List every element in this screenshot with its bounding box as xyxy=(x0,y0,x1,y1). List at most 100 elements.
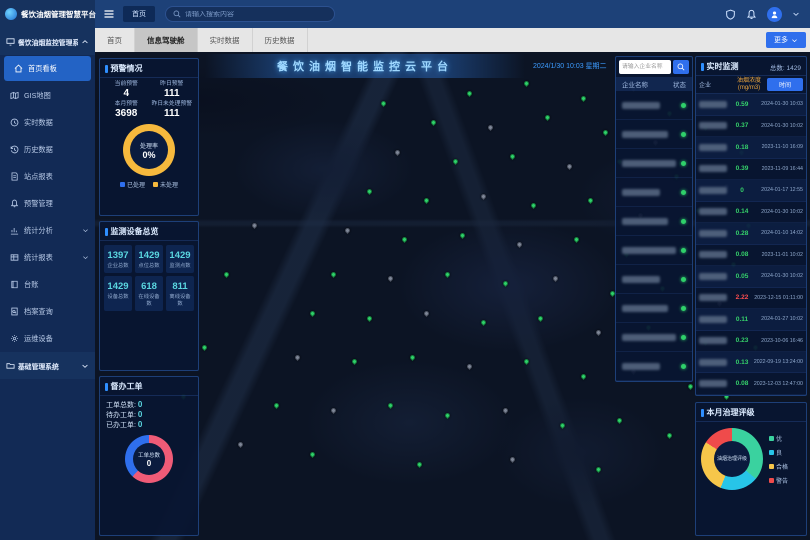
map-pin-offline[interactable] xyxy=(294,354,301,361)
map-pin-offline[interactable] xyxy=(516,241,523,248)
realtime-row[interactable]: 0.112024-01-27 10:02 xyxy=(696,309,806,330)
map-pin-online[interactable] xyxy=(559,422,566,429)
map-pin-online[interactable] xyxy=(380,100,387,107)
map-pin-online[interactable] xyxy=(573,236,580,243)
map-pin-online[interactable] xyxy=(308,451,315,458)
map-pin-offline[interactable] xyxy=(394,149,401,156)
map-pin-offline[interactable] xyxy=(251,222,258,229)
map-pin-offline[interactable] xyxy=(502,407,509,414)
map-pin-offline[interactable] xyxy=(330,407,337,414)
sidebar-section-base[interactable]: 基础管理系统 xyxy=(0,352,95,379)
company-row[interactable] xyxy=(616,236,692,265)
realtime-row[interactable]: 0.142024-01-30 10:02 xyxy=(696,202,806,223)
sidebar-item-history[interactable]: 历史数据 xyxy=(0,136,95,163)
sidebar-item-book[interactable]: 台账 xyxy=(0,271,95,298)
realtime-row[interactable]: 02024-01-17 12:55 xyxy=(696,180,806,201)
map-pin-online[interactable] xyxy=(409,354,416,361)
map-pin-online[interactable] xyxy=(430,119,437,126)
map-pin-online[interactable] xyxy=(502,280,509,287)
company-row[interactable] xyxy=(616,91,692,120)
realtime-row[interactable]: 0.082023-11-01 10:02 xyxy=(696,245,806,266)
realtime-row[interactable]: 0.282024-01-10 14:02 xyxy=(696,223,806,244)
realtime-row[interactable]: 0.592024-01-30 10:03 xyxy=(696,94,806,115)
map-pin-offline[interactable] xyxy=(344,227,351,234)
chevron-down-icon[interactable] xyxy=(792,10,800,18)
shield-icon[interactable] xyxy=(725,9,736,20)
company-row[interactable] xyxy=(616,178,692,207)
sidebar-item-analysis[interactable]: 统计分析 xyxy=(0,217,95,244)
user-avatar[interactable] xyxy=(767,7,782,22)
map-pin-online[interactable] xyxy=(444,271,451,278)
tab-realtime[interactable]: 实时数据 xyxy=(198,28,253,52)
map-pin-online[interactable] xyxy=(530,202,537,209)
map-pin-online[interactable] xyxy=(509,153,516,160)
map-pin-online[interactable] xyxy=(330,271,337,278)
more-button[interactable]: 更多 xyxy=(766,32,806,48)
realtime-row[interactable]: 0.392023-11-09 16:44 xyxy=(696,159,806,180)
tab-home[interactable]: 首页 xyxy=(95,28,135,52)
map-pin-online[interactable] xyxy=(366,188,373,195)
sidebar-section-monitor[interactable]: 餐饮油烟监控管理系统 xyxy=(0,28,95,55)
realtime-row[interactable]: 2.222023-12-15 01:11:00 xyxy=(696,288,806,309)
sidebar-item-report[interactable]: 站点报表 xyxy=(0,163,95,190)
map-pin-online[interactable] xyxy=(273,402,280,409)
map-pin-offline[interactable] xyxy=(423,310,430,317)
map-pin-online[interactable] xyxy=(416,461,423,468)
map-pin-online[interactable] xyxy=(587,197,594,204)
tab-history[interactable]: 历史数据 xyxy=(253,28,308,52)
map-pin-offline[interactable] xyxy=(487,124,494,131)
map-pin-offline[interactable] xyxy=(480,192,487,199)
map-pin-online[interactable] xyxy=(351,358,358,365)
map-pin-online[interactable] xyxy=(687,383,694,390)
hamburger-menu-icon[interactable] xyxy=(103,8,115,20)
map-pin-offline[interactable] xyxy=(552,275,559,282)
sidebar-item-archive[interactable]: 档案查询 xyxy=(0,298,95,325)
map-pin-online[interactable] xyxy=(444,412,451,419)
map-pin-online[interactable] xyxy=(308,310,315,317)
realtime-row[interactable]: 0.052024-01-30 10:02 xyxy=(696,266,806,287)
company-row[interactable] xyxy=(616,265,692,294)
topbar-tab-home[interactable]: 首页 xyxy=(123,6,155,22)
realtime-row[interactable]: 0.082023-12-03 12:47:00 xyxy=(696,373,806,394)
map-pin-online[interactable] xyxy=(666,432,673,439)
map-pin-online[interactable] xyxy=(366,314,373,321)
company-search-button[interactable] xyxy=(673,60,689,74)
realtime-row[interactable]: 0.182023-11-10 16:09 xyxy=(696,137,806,158)
map-pin-online[interactable] xyxy=(223,271,230,278)
sidebar-item-alert[interactable]: 预警管理 xyxy=(0,190,95,217)
company-row[interactable] xyxy=(616,294,692,323)
map-pin-online[interactable] xyxy=(616,417,623,424)
company-search-input[interactable] xyxy=(619,60,671,74)
realtime-row[interactable]: 0.132022-09-19 13:24:00 xyxy=(696,352,806,373)
sidebar-item-map[interactable]: GIS地图 xyxy=(0,82,95,109)
map-pin-online[interactable] xyxy=(401,236,408,243)
map-pin-online[interactable] xyxy=(523,358,530,365)
sidebar-item-device[interactable]: 运维设备 xyxy=(0,325,95,352)
realtime-row[interactable]: 0.372024-01-30 10:02 xyxy=(696,116,806,137)
map-pin-offline[interactable] xyxy=(237,441,244,448)
sidebar-item-realtime[interactable]: 实时数据 xyxy=(0,109,95,136)
map-pin-online[interactable] xyxy=(466,90,473,97)
map-pin-online[interactable] xyxy=(523,80,530,87)
map-pin-online[interactable] xyxy=(387,402,394,409)
map-pin-online[interactable] xyxy=(423,197,430,204)
map-pin-online[interactable] xyxy=(537,314,544,321)
topbar-search-input[interactable] xyxy=(185,11,315,18)
map-pin-online[interactable] xyxy=(544,114,551,121)
company-row[interactable] xyxy=(616,120,692,149)
map-pin-online[interactable] xyxy=(594,466,601,473)
company-row[interactable] xyxy=(616,352,692,381)
map-pin-offline[interactable] xyxy=(387,275,394,282)
map-pin-online[interactable] xyxy=(480,319,487,326)
sidebar-item-home[interactable]: 首页看板 xyxy=(4,56,91,81)
map-pin-online[interactable] xyxy=(201,344,208,351)
tab-cockpit[interactable]: 信息驾驶舱 xyxy=(135,28,198,52)
map-pin-offline[interactable] xyxy=(566,163,573,170)
map-pin-online[interactable] xyxy=(451,158,458,165)
map-pin-offline[interactable] xyxy=(509,456,516,463)
company-row[interactable] xyxy=(616,323,692,352)
map-pin-online[interactable] xyxy=(602,129,609,136)
map-pin-offline[interactable] xyxy=(594,329,601,336)
sidebar-item-table[interactable]: 统计报表 xyxy=(0,244,95,271)
company-row[interactable] xyxy=(616,149,692,178)
